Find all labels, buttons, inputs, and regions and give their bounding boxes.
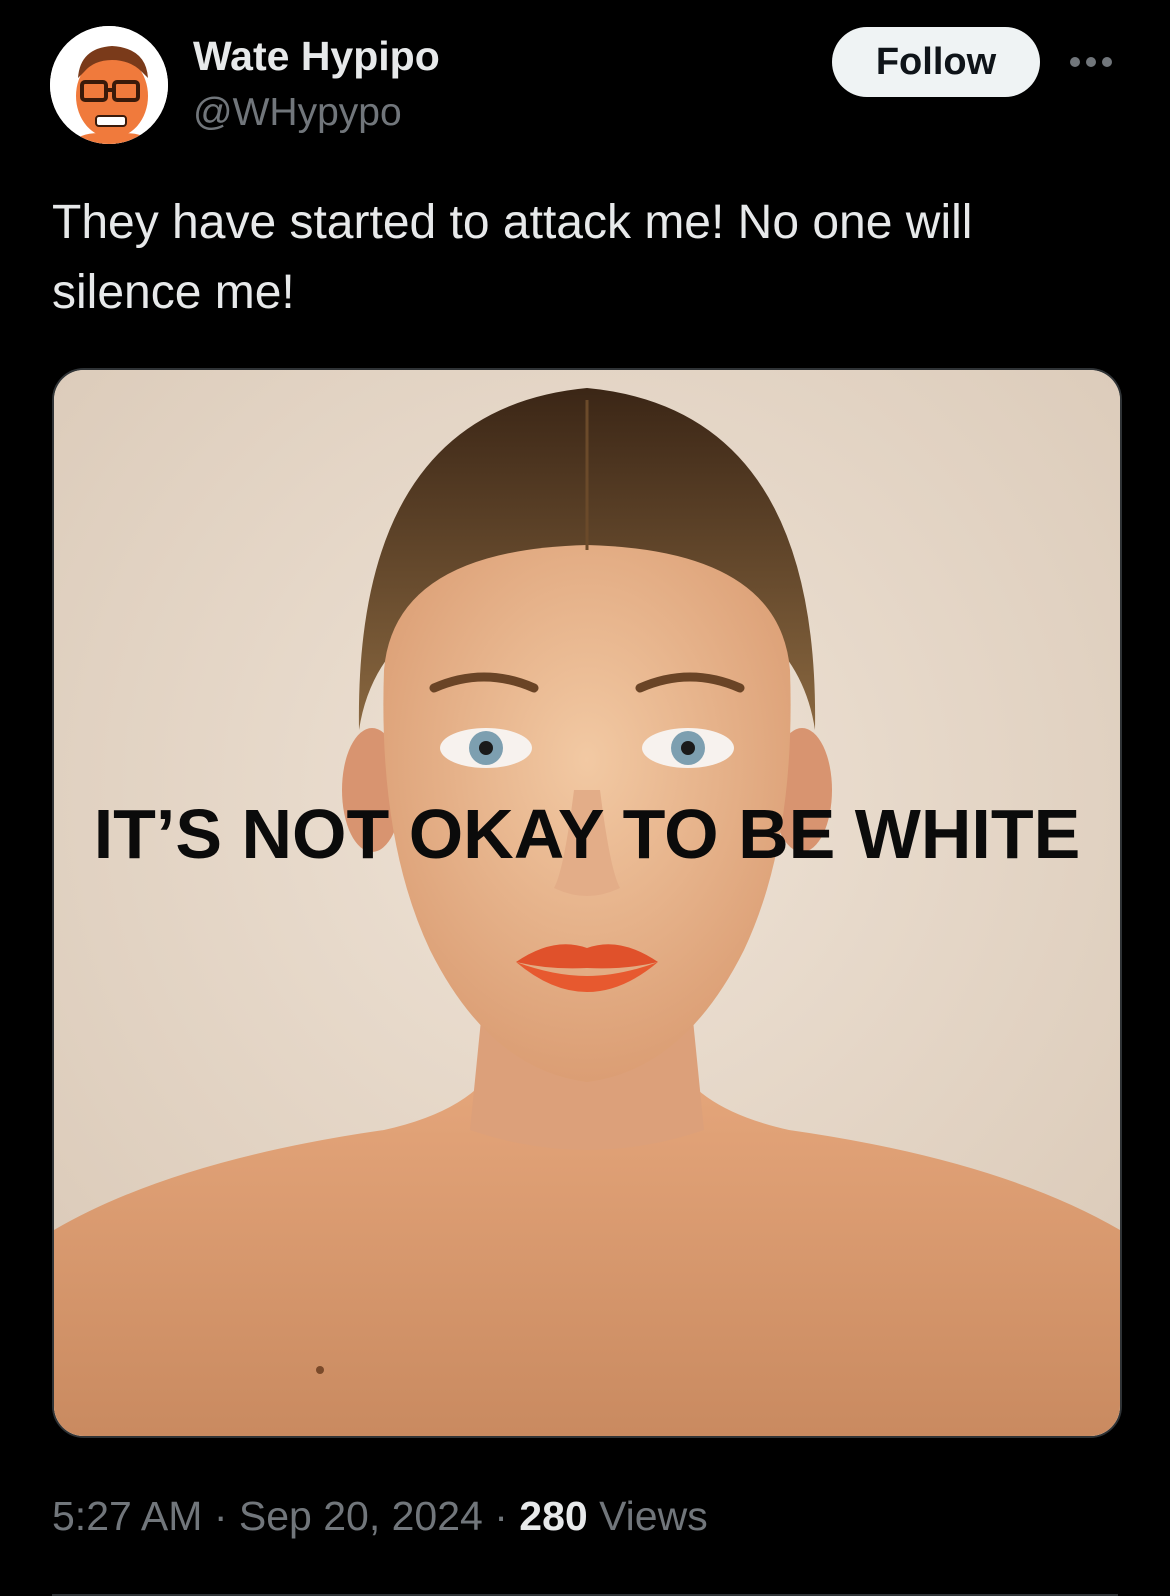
views-label: Views — [587, 1493, 708, 1539]
image-overlay-caption: IT’S NOT OKAY TO BE WHITE — [93, 795, 1081, 873]
tweet-card: Wate Hypipo @WHypypo Follow They have st… — [0, 0, 1170, 1596]
avatar[interactable] — [50, 26, 168, 144]
tweet-metadata: 5:27 AM · Sep 20, 2024 · 280 Views — [52, 1490, 708, 1542]
more-dots-icon — [1070, 57, 1112, 67]
follow-button[interactable]: Follow — [832, 27, 1040, 97]
display-name[interactable]: Wate Hypipo — [193, 30, 440, 82]
meta-separator: · — [202, 1493, 239, 1539]
portrait-photo — [54, 370, 1120, 1436]
cartoon-avatar-icon — [50, 26, 168, 144]
more-options-button[interactable] — [1062, 40, 1120, 84]
meta-separator: · — [482, 1493, 520, 1539]
tweet-media-image[interactable]: IT’S NOT OKAY TO BE WHITE — [52, 368, 1122, 1438]
user-handle[interactable]: @WHypypo — [193, 88, 402, 138]
tweet-text: They have started to attack me! No one w… — [52, 196, 973, 319]
tweet-date[interactable]: Sep 20, 2024 — [239, 1493, 483, 1539]
tweet-time[interactable]: 5:27 AM — [52, 1493, 202, 1539]
views-count: 280 — [519, 1493, 588, 1539]
